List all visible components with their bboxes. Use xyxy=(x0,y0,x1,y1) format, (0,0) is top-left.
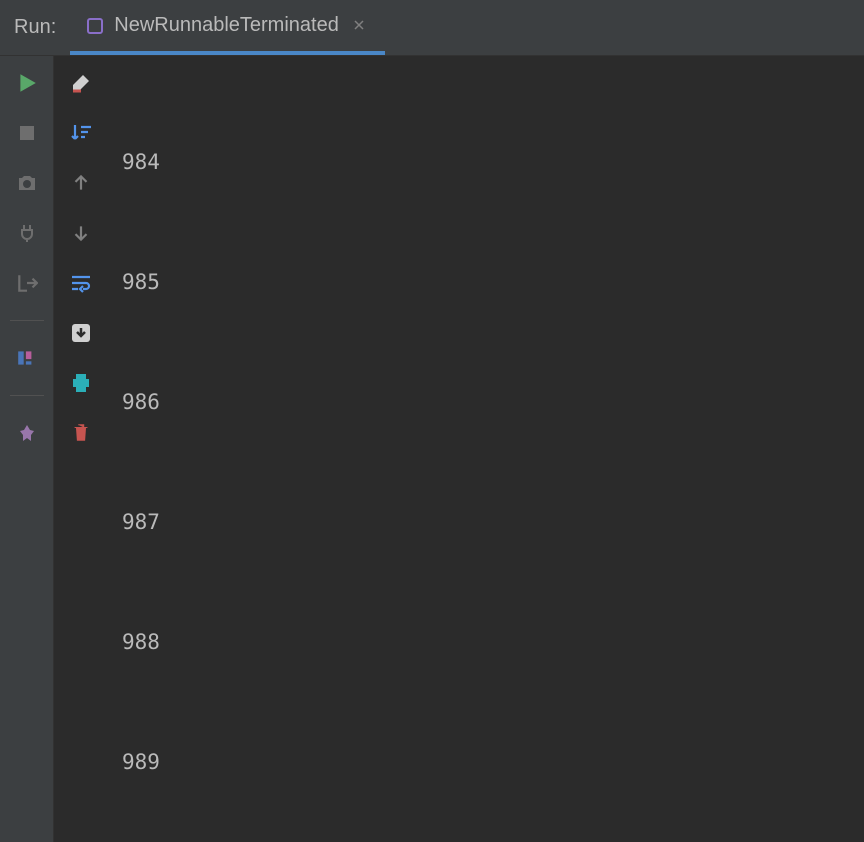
trash-button[interactable] xyxy=(66,418,96,448)
up-button[interactable] xyxy=(66,168,96,198)
run-header: Run: NewRunnableTerminated xyxy=(0,0,864,56)
run-button[interactable] xyxy=(12,68,42,98)
run-label: Run: xyxy=(0,16,70,39)
toolbar-divider xyxy=(10,320,44,321)
app-icon xyxy=(86,17,104,35)
console-line: 989 xyxy=(122,742,850,782)
scroll-to-end-button[interactable] xyxy=(66,318,96,348)
console-line: 987 xyxy=(122,502,850,542)
toolbar-divider xyxy=(10,395,44,396)
tab-title: NewRunnableTerminated xyxy=(114,14,339,37)
wrap-button[interactable] xyxy=(66,268,96,298)
console-line: 984 xyxy=(122,142,850,182)
pin-button[interactable] xyxy=(12,418,42,448)
console-output[interactable]: 984 985 986 987 988 989 990 991 992 993 … xyxy=(108,56,864,842)
run-body: 984 985 986 987 988 989 990 991 992 993 … xyxy=(0,56,864,842)
camera-button[interactable] xyxy=(12,168,42,198)
stop-button[interactable] xyxy=(12,118,42,148)
plug-button[interactable] xyxy=(12,218,42,248)
console-line: 988 xyxy=(122,622,850,662)
down-button[interactable] xyxy=(66,218,96,248)
layout-button[interactable] xyxy=(12,343,42,373)
left-toolbar xyxy=(0,56,54,842)
console-line: 985 xyxy=(122,262,850,302)
exit-button[interactable] xyxy=(12,268,42,298)
print-button[interactable] xyxy=(66,368,96,398)
sort-button[interactable] xyxy=(66,118,96,148)
run-tab[interactable]: NewRunnableTerminated xyxy=(70,0,385,55)
close-icon[interactable] xyxy=(349,13,369,38)
console-toolbar xyxy=(54,56,108,842)
eraser-button[interactable] xyxy=(66,68,96,98)
console-line: 986 xyxy=(122,382,850,422)
